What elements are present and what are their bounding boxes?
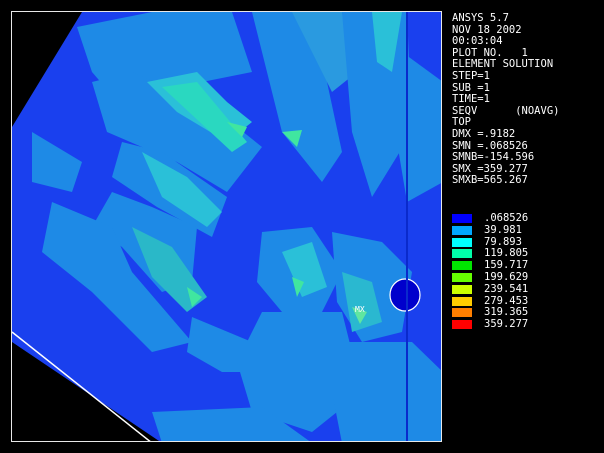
legend-swatch: [452, 214, 472, 223]
legend-swatch: [452, 320, 472, 330]
legend-value: 239.541: [484, 282, 529, 295]
legend-swatch: [452, 284, 472, 294]
legend-entry: 39.981: [452, 223, 602, 237]
legend-swatch: [452, 249, 472, 259]
legend-swatch: [452, 296, 472, 306]
info-line: SMXB=565.267: [452, 174, 528, 187]
legend-value: 279.453: [484, 294, 529, 307]
legend-value: 119.805: [484, 247, 529, 260]
info-line: DMX =.9182: [452, 127, 516, 140]
legend-swatch: [452, 273, 472, 282]
legend-entry: .068526: [452, 212, 602, 225]
legend-value: 199.629: [484, 271, 529, 283]
legend-value: 159.717: [484, 259, 529, 272]
info-line: TIME=1: [452, 93, 490, 106]
region-band: [332, 342, 441, 441]
info-line: SMNB=-154.596: [452, 151, 535, 164]
legend-value: 359.277: [484, 318, 529, 331]
legend-entry: 359.277: [452, 318, 602, 331]
legend-swatch: [452, 308, 472, 318]
legend-swatch: [452, 237, 472, 247]
hole-outline: [389, 278, 421, 312]
plot-viewport[interactable]: MX: [11, 11, 442, 442]
legend-value: 39.981: [484, 223, 522, 236]
legend-swatch: [452, 261, 472, 271]
info-panel: ANSYS 5.7 NOV 18 2002 00:03:04 PLOT NO. 1 EL…: [452, 12, 559, 187]
legend-swatch: [452, 225, 472, 235]
info-line: STEP=1: [452, 69, 490, 82]
legend-value: 319.365: [484, 306, 529, 319]
contour-plot: [12, 12, 441, 441]
legend-value: .068526: [484, 212, 529, 224]
info-line: ANSYS 5.7: [452, 12, 509, 24]
legend-value: 79.893: [484, 235, 522, 248]
